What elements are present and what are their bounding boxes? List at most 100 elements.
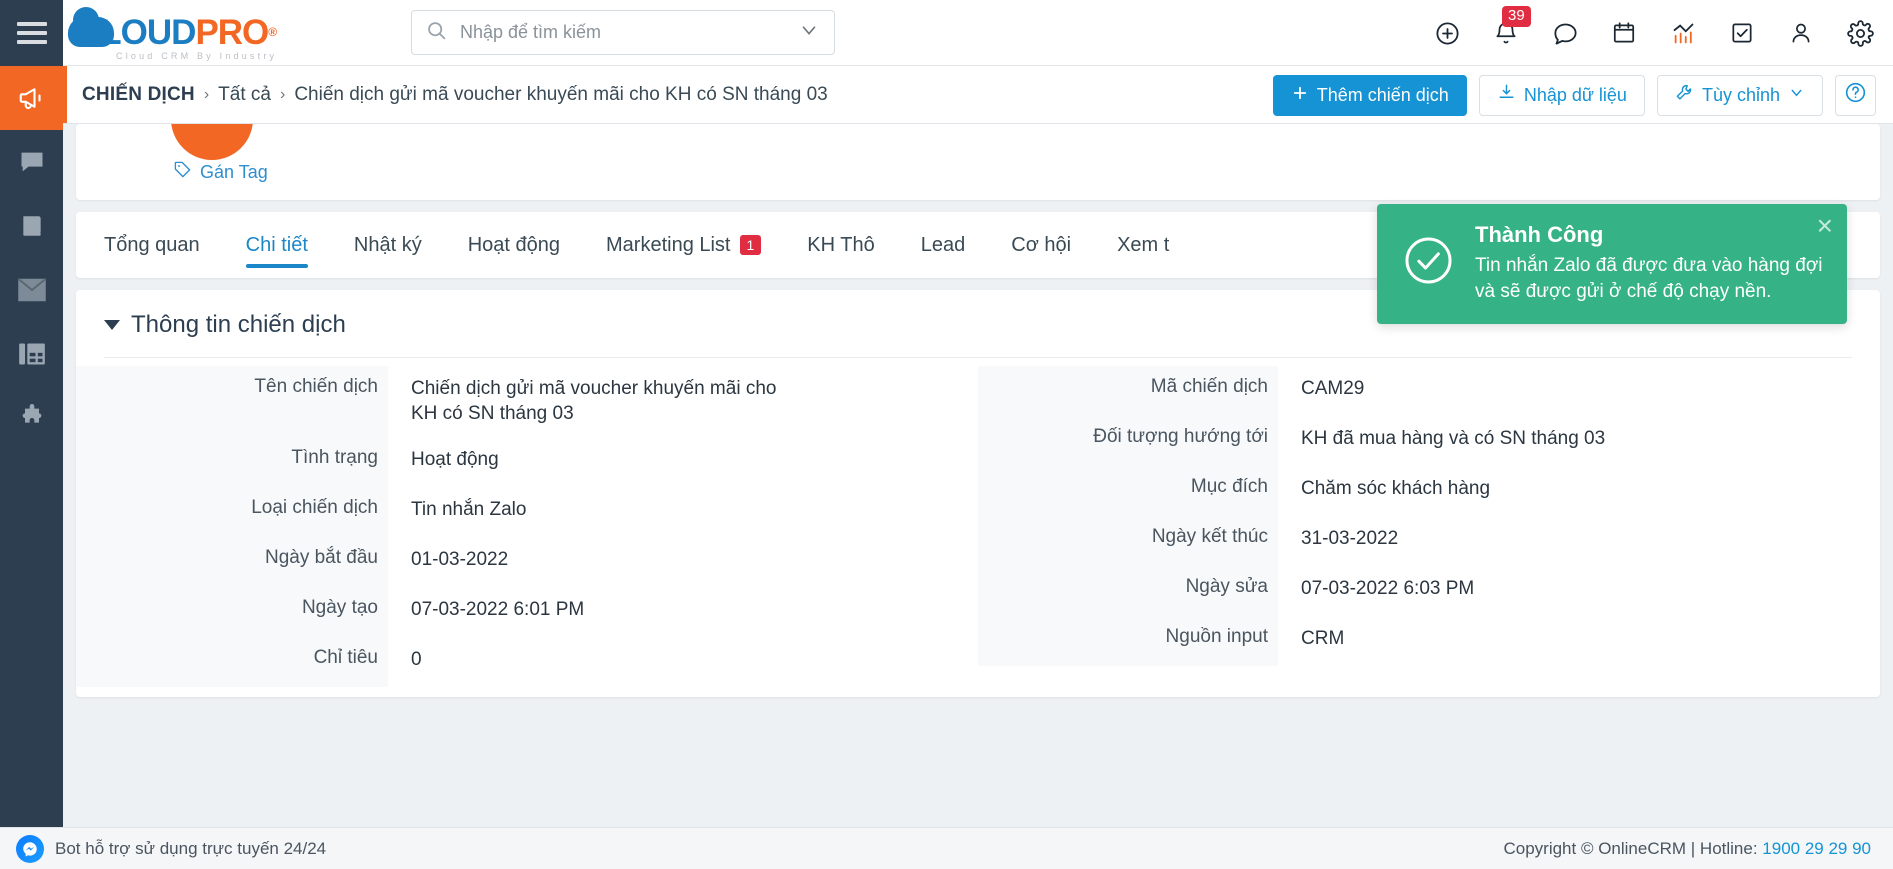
breadcrumb-root[interactable]: CHIẾN DỊCH bbox=[82, 84, 195, 106]
field-row: Ngày tạo 07-03-2022 6:01 PM bbox=[76, 586, 978, 637]
success-toast: × Thành Công Tin nhắn Zalo đã được đưa v… bbox=[1377, 204, 1847, 325]
sidebar-item-campaigns[interactable] bbox=[0, 66, 63, 130]
add-campaign-button[interactable]: Thêm chiến dịch bbox=[1272, 74, 1467, 116]
analytics-icon[interactable] bbox=[1668, 18, 1698, 48]
top-header: CLOUD PRO ® Cloud CRM By Industry Nhập để … bbox=[63, 0, 1893, 66]
tab-label: Marketing List bbox=[606, 233, 731, 256]
app-root: CLOUD PRO ® Cloud CRM By Industry Nhập để … bbox=[0, 0, 1893, 869]
field-row: Đối tượng hướng tới KH đã mua hàng và có … bbox=[978, 416, 1880, 466]
field-row: Mã chiến dịch CAM29 bbox=[978, 366, 1880, 416]
breadcrumb-separator: › bbox=[203, 85, 210, 103]
tab-label: Hoạt động bbox=[467, 233, 560, 256]
help-button[interactable] bbox=[1835, 74, 1876, 116]
breadcrumb: CHIẾN DỊCH › Tất cả › Chiến dịch gửi mã … bbox=[82, 84, 828, 106]
calendar-icon[interactable] bbox=[1609, 18, 1639, 48]
record-header-card: Gán Tag bbox=[76, 124, 1880, 200]
search-input[interactable]: Nhập để tìm kiếm bbox=[411, 10, 835, 55]
field-row: Ngày bắt đầu 01-03-2022 bbox=[76, 536, 978, 587]
chat-bubble-icon bbox=[18, 148, 46, 176]
field-value: Tin nhắn Zalo bbox=[411, 498, 527, 520]
tab-2[interactable]: Nhật ký bbox=[354, 212, 422, 278]
import-data-label: Nhập dữ liệu bbox=[1523, 84, 1627, 105]
field-label: Loại chiến dịch bbox=[76, 486, 388, 537]
task-icon[interactable] bbox=[1727, 18, 1757, 48]
copyright-text: Copyright © OnlineCRM | Hotline: bbox=[1503, 838, 1763, 858]
tab-3[interactable]: Hoạt động bbox=[468, 212, 560, 278]
tab-0[interactable]: Tổng quan bbox=[104, 212, 200, 278]
tab-label: Cơ hội bbox=[1011, 233, 1072, 256]
chevron-down-icon bbox=[1788, 84, 1805, 106]
field-row: Tên chiến dịch Chiến dịch gửi mã voucher … bbox=[76, 366, 978, 437]
user-icon[interactable] bbox=[1786, 18, 1816, 48]
field-row: Chỉ tiêu 0 bbox=[76, 636, 978, 687]
breadcrumb-bar: CHIẾN DỊCH › Tất cả › Chiến dịch gửi mã … bbox=[63, 66, 1893, 124]
field-value: 07-03-2022 6:01 PM bbox=[411, 598, 585, 620]
assign-tag-button[interactable]: Gán Tag bbox=[173, 160, 268, 184]
check-circle-icon bbox=[1401, 233, 1456, 293]
support-bot-link[interactable]: Bot hỗ trợ sử dụng trực tuyến 24/24 bbox=[16, 834, 326, 863]
tab-8[interactable]: Xem t bbox=[1117, 212, 1169, 278]
field-value: 0 bbox=[411, 648, 422, 670]
toast-message: Tin nhắn Zalo đã được đưa vào hàng đợi v… bbox=[1475, 255, 1823, 302]
megaphone-icon bbox=[17, 83, 47, 113]
sidebar-item-integrations[interactable] bbox=[0, 386, 63, 450]
sidebar-item-knowledge[interactable] bbox=[0, 194, 63, 258]
breadcrumb-separator: › bbox=[279, 85, 286, 103]
sidebar-item-mail[interactable] bbox=[0, 258, 63, 322]
close-icon[interactable]: × bbox=[1817, 212, 1833, 240]
field-value: KH đã mua hàng và có SN tháng 03 bbox=[1301, 428, 1606, 449]
field-value: Chiến dịch gửi mã voucher khuyến mãi cho… bbox=[411, 378, 777, 425]
tab-4[interactable]: Marketing List 1 bbox=[606, 212, 762, 278]
field-label: Tình trạng bbox=[76, 436, 388, 487]
toast-text: Thành Công Tin nhắn Zalo đã được đưa vào… bbox=[1475, 222, 1825, 304]
help-circle-icon bbox=[1844, 81, 1867, 109]
field-label: Ngày tạo bbox=[76, 586, 388, 637]
book-icon bbox=[19, 212, 45, 240]
import-data-button[interactable]: Nhập dữ liệu bbox=[1478, 74, 1645, 116]
field-row: Mục đích Chăm sóc khách hàng bbox=[978, 466, 1880, 516]
customize-button[interactable]: Tùy chỉnh bbox=[1656, 74, 1823, 116]
tab-5[interactable]: KH Thô bbox=[807, 212, 874, 278]
field-value: CAM29 bbox=[1301, 378, 1365, 399]
field-row: Nguồn input CRM bbox=[978, 616, 1880, 666]
tab-7[interactable]: Cơ hội bbox=[1011, 212, 1071, 278]
campaign-detail-card: Thông tin chiến dịch Tên chiến dịch Chiến… bbox=[76, 290, 1880, 697]
chevron-down-icon[interactable] bbox=[798, 19, 820, 46]
news-icon bbox=[18, 341, 46, 367]
logo-text-primary: CLOUD bbox=[76, 12, 196, 52]
field-value: Chăm sóc khách hàng bbox=[1301, 478, 1491, 499]
sidebar-item-news[interactable] bbox=[0, 322, 63, 386]
field-label: Ngày kết thúc bbox=[978, 516, 1278, 566]
menu-toggle-button[interactable] bbox=[0, 0, 63, 66]
messenger-icon bbox=[16, 834, 44, 863]
wrench-icon bbox=[1675, 83, 1694, 107]
bell-icon[interactable]: 39 bbox=[1491, 6, 1531, 48]
logo-text-secondary: PRO bbox=[195, 12, 269, 52]
field-label: Tên chiến dịch bbox=[76, 366, 388, 437]
app-logo[interactable]: CLOUD PRO ® Cloud CRM By Industry bbox=[68, 5, 277, 61]
hotline-link[interactable]: 1900 29 29 90 bbox=[1762, 839, 1871, 858]
field-label: Đối tượng hướng tới bbox=[978, 416, 1278, 466]
field-column-left: Tên chiến dịch Chiến dịch gửi mã voucher … bbox=[76, 366, 978, 687]
field-label: Nguồn input bbox=[978, 616, 1278, 666]
tab-1[interactable]: Chi tiết bbox=[245, 212, 309, 278]
field-value: 01-03-2022 bbox=[411, 548, 509, 570]
field-row: Tình trạng Hoạt động bbox=[76, 436, 978, 487]
tab-label: Xem t bbox=[1117, 233, 1170, 256]
toast-title: Thành Công bbox=[1475, 222, 1604, 247]
download-icon bbox=[1497, 83, 1516, 107]
add-circle-icon[interactable] bbox=[1432, 18, 1462, 48]
breadcrumb-level2[interactable]: Tất cả bbox=[218, 84, 271, 106]
gear-icon[interactable] bbox=[1845, 18, 1875, 48]
chat-icon[interactable] bbox=[1550, 18, 1580, 48]
tab-6[interactable]: Lead bbox=[921, 212, 966, 278]
customize-label: Tùy chỉnh bbox=[1701, 84, 1780, 105]
copyright: Copyright © OnlineCRM | Hotline: 1900 29… bbox=[1503, 839, 1871, 859]
tab-label: Nhật ký bbox=[353, 233, 422, 256]
search-placeholder: Nhập để tìm kiếm bbox=[460, 22, 602, 42]
puzzle-icon bbox=[18, 404, 46, 432]
avatar bbox=[171, 124, 253, 160]
sidebar-item-chat[interactable] bbox=[0, 130, 63, 194]
notification-badge: 39 bbox=[1502, 6, 1531, 27]
plus-icon bbox=[1291, 84, 1309, 107]
